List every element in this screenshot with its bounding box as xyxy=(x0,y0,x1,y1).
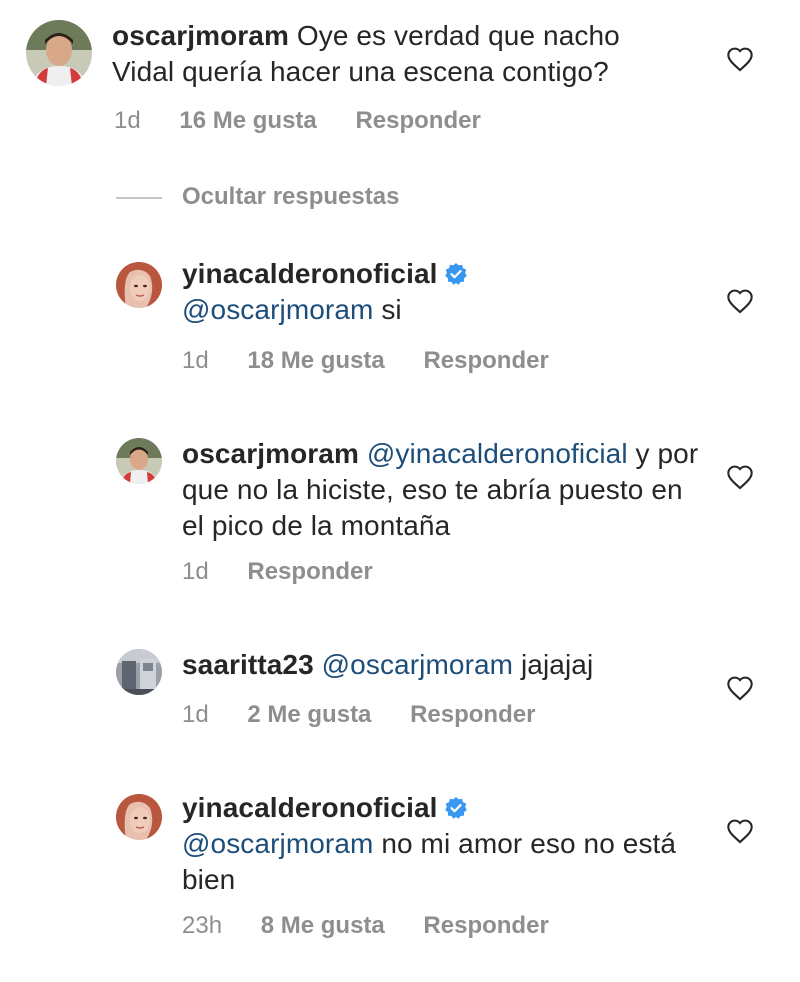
heart-icon[interactable] xyxy=(726,675,754,701)
comment-meta: 1d 18 Me gusta Responder xyxy=(182,346,549,376)
avatar[interactable] xyxy=(26,20,92,86)
comment-text: oscarjmoram @yinacalderonoficial y por q… xyxy=(182,436,702,544)
timestamp: 23h xyxy=(182,912,223,939)
hide-replies-label: Ocultar respuestas xyxy=(182,183,400,210)
reply-button[interactable]: Responder xyxy=(355,107,480,134)
likes-count[interactable]: 2 Me gusta xyxy=(247,701,371,728)
reply-button[interactable]: Responder xyxy=(423,912,548,939)
mention-link[interactable]: @oscarjmoram xyxy=(182,294,373,325)
avatar[interactable] xyxy=(116,649,162,695)
comment-text: oscarjmoram Oye es verdad que nacho Vida… xyxy=(112,18,682,90)
hide-replies-button[interactable]: Ocultar respuestas xyxy=(116,183,399,213)
heart-icon[interactable] xyxy=(726,464,754,490)
mention-link[interactable]: @yinacalderonoficial xyxy=(367,438,628,469)
username[interactable]: yinacalderonoficial xyxy=(182,258,438,289)
likes-count[interactable]: 16 Me gusta xyxy=(179,107,316,134)
username[interactable]: saaritta23 xyxy=(182,649,314,680)
comment-meta: 1d 16 Me gusta Responder xyxy=(114,106,481,136)
timestamp: 1d xyxy=(114,107,141,134)
comment-meta: 1d Responder xyxy=(182,557,373,587)
comment-meta: 23h 8 Me gusta Responder xyxy=(182,911,549,941)
likes-count[interactable]: 8 Me gusta xyxy=(261,912,385,939)
timestamp: 1d xyxy=(182,347,209,374)
timestamp: 1d xyxy=(182,701,209,728)
reply-button[interactable]: Responder xyxy=(247,558,372,585)
timestamp: 1d xyxy=(182,558,209,585)
reply-button[interactable]: Responder xyxy=(410,701,535,728)
verified-badge-icon xyxy=(444,263,467,285)
heart-icon[interactable] xyxy=(726,46,754,72)
avatar[interactable] xyxy=(116,794,162,840)
reply-button[interactable]: Responder xyxy=(423,347,548,374)
comment-text: yinacalderonoficial @oscarjmoram si xyxy=(182,256,702,328)
heart-icon[interactable] xyxy=(726,818,754,844)
comment-body: si xyxy=(373,294,402,325)
comment-text: saaritta23 @oscarjmoram jajajaj xyxy=(182,647,702,683)
username[interactable]: oscarjmoram xyxy=(182,438,359,469)
comment-body: jajajaj xyxy=(513,649,594,680)
avatar[interactable] xyxy=(116,262,162,308)
likes-count[interactable]: 18 Me gusta xyxy=(247,347,384,374)
comment-meta: 1d 2 Me gusta Responder xyxy=(182,700,535,730)
avatar[interactable] xyxy=(116,438,162,484)
mention-link[interactable]: @oscarjmoram xyxy=(322,649,513,680)
divider-line xyxy=(116,196,162,199)
heart-icon[interactable] xyxy=(726,288,754,314)
username[interactable]: oscarjmoram xyxy=(112,20,289,51)
verified-badge-icon xyxy=(444,797,467,819)
username[interactable]: yinacalderonoficial xyxy=(182,792,438,823)
mention-link[interactable]: @oscarjmoram xyxy=(182,828,373,859)
comment-text: yinacalderonoficial @oscarjmoram no mi a… xyxy=(182,790,702,898)
